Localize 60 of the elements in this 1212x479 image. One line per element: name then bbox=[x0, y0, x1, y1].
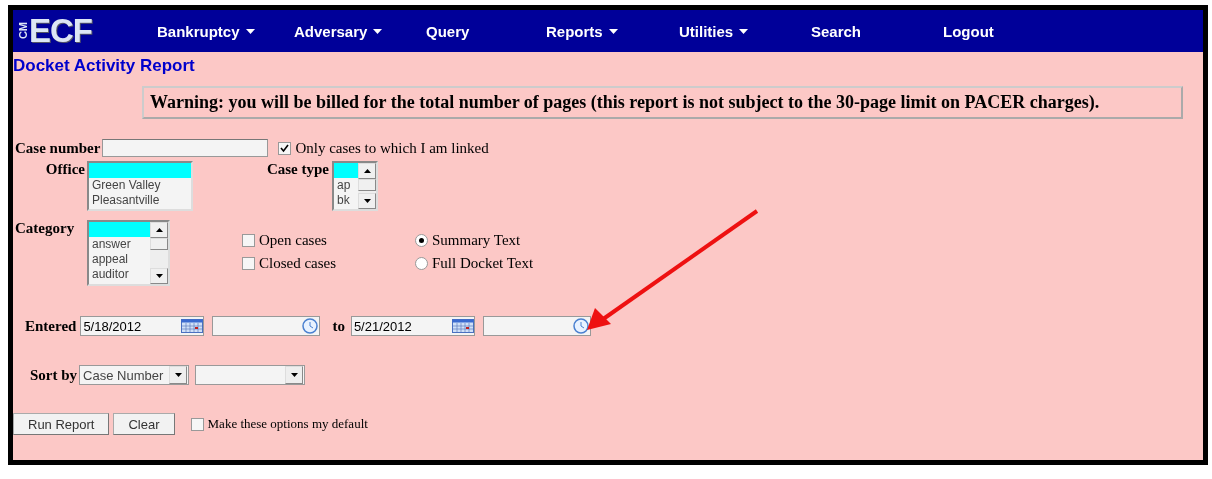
checkbox-label: Only cases to which I am linked bbox=[295, 139, 489, 157]
field-label: to bbox=[332, 317, 345, 335]
list-option[interactable]: bk bbox=[334, 193, 358, 208]
date-field[interactable]: 5/18/2012 bbox=[80, 316, 205, 336]
scrollbar[interactable] bbox=[150, 222, 168, 284]
radio-button[interactable] bbox=[415, 257, 428, 270]
list-option[interactable]: answer bbox=[89, 237, 150, 252]
clock-icon[interactable] bbox=[301, 318, 320, 334]
menu-item[interactable]: Search bbox=[811, 22, 943, 40]
scroll-down-icon[interactable] bbox=[155, 274, 163, 278]
checkbox[interactable] bbox=[242, 234, 255, 247]
logo: CM ECF bbox=[16, 12, 93, 50]
radio-label: Full Docket Text bbox=[432, 255, 534, 272]
list-option[interactable]: auditor bbox=[89, 267, 150, 282]
time-field[interactable] bbox=[212, 316, 321, 336]
field-label: Office bbox=[45, 161, 85, 177]
case-number-field[interactable] bbox=[102, 139, 269, 157]
list-box[interactable]: ap bk bbox=[332, 161, 378, 211]
field-label: Case type bbox=[266, 161, 329, 177]
list-option[interactable]: ap bbox=[334, 178, 358, 193]
clock-icon[interactable] bbox=[571, 318, 590, 334]
checkbox[interactable] bbox=[242, 257, 255, 270]
checkbox[interactable] bbox=[278, 141, 292, 155]
date-field[interactable]: 5/21/2012 bbox=[350, 316, 475, 336]
field-label: Category bbox=[15, 220, 75, 236]
checkbox-label: Make these options my default bbox=[207, 416, 368, 432]
calendar-icon[interactable] bbox=[451, 319, 474, 333]
checkbox-label: Open cases bbox=[259, 232, 327, 249]
field-label: Case number bbox=[15, 139, 101, 157]
scroll-up-icon[interactable] bbox=[363, 169, 371, 173]
time-field[interactable] bbox=[482, 316, 591, 336]
menu-item[interactable]: Logout bbox=[943, 22, 1075, 40]
caret-icon bbox=[290, 373, 298, 377]
radio-label: Summary Text bbox=[432, 232, 521, 249]
menu-item[interactable]: Bankruptcy bbox=[157, 22, 289, 40]
page-title: Docket Activity Report bbox=[13, 56, 195, 76]
form-button[interactable]: Run Report bbox=[13, 413, 110, 435]
menu-item[interactable]: Adversary bbox=[294, 22, 426, 40]
list-box[interactable]: Green Valley Pleasantville bbox=[87, 161, 193, 211]
caret-icon bbox=[174, 373, 182, 377]
radio-button[interactable] bbox=[415, 234, 428, 247]
scroll-up-icon[interactable] bbox=[155, 228, 163, 232]
list-option[interactable]: Green Valley bbox=[89, 178, 191, 193]
field-label: Entered bbox=[25, 317, 77, 335]
form-button[interactable]: Clear bbox=[113, 413, 175, 435]
checkbox-label: Closed cases bbox=[259, 255, 337, 272]
scroll-down-icon[interactable] bbox=[363, 199, 371, 203]
menu-item[interactable]: Query bbox=[426, 22, 546, 40]
calendar-icon[interactable] bbox=[181, 319, 204, 333]
list-option[interactable]: Pleasantville bbox=[89, 193, 191, 208]
scrollbar[interactable] bbox=[358, 163, 376, 209]
field-label: Sort by bbox=[30, 366, 78, 384]
list-option[interactable]: appeal bbox=[89, 252, 150, 267]
sort-dropdown[interactable]: Case Number bbox=[79, 365, 190, 385]
list-box[interactable]: answer appeal auditor bbox=[87, 220, 170, 286]
menu-item[interactable]: Utilities bbox=[679, 22, 811, 40]
menu-item[interactable]: Reports bbox=[546, 22, 679, 40]
sort-dropdown[interactable] bbox=[195, 365, 306, 385]
checkbox[interactable] bbox=[190, 417, 204, 431]
warning-message: Warning: you will be billed for the total number of pages (this report is not subject to the 30-page limit on PACER charges). bbox=[142, 86, 1183, 119]
